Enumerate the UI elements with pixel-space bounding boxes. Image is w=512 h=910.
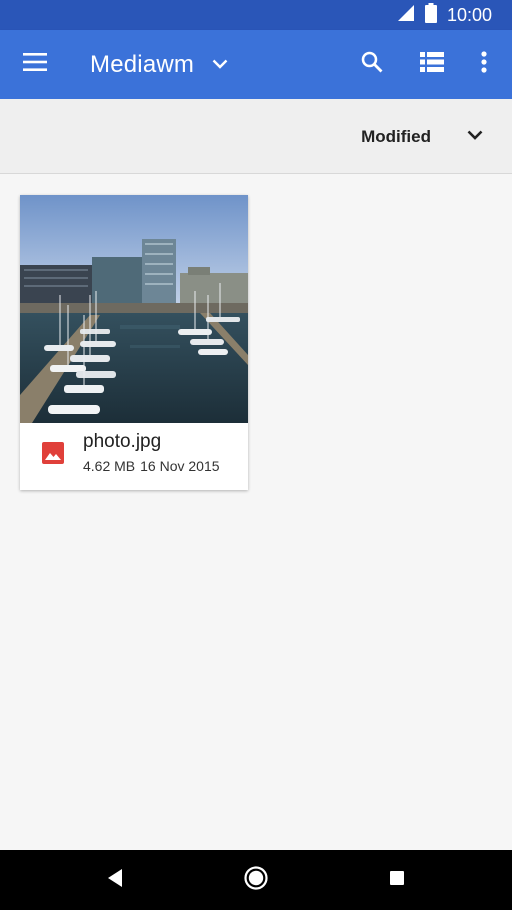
app-bar: Mediawm (0, 30, 512, 99)
back-button[interactable] (100, 865, 130, 895)
sort-bar: Modified (0, 99, 512, 174)
signal-icon (397, 4, 415, 27)
image-icon (41, 441, 65, 465)
list-view-button[interactable] (411, 43, 453, 85)
sort-label[interactable]: Modified (361, 99, 431, 174)
file-size: 4.62 MB (83, 458, 136, 474)
file-browser-screen: 10:00 Mediawm Modified photo.jpg 4.62 MB… (0, 0, 512, 910)
menu-icon (23, 52, 47, 76)
recents-icon (388, 869, 406, 892)
navigation-bar (0, 850, 512, 910)
file-name: photo.jpg (83, 431, 162, 452)
file-info: photo.jpg 4.62 MB 16 Nov 2015 (20, 423, 248, 490)
back-icon (106, 868, 124, 893)
status-indicators: 10:00 (397, 0, 492, 30)
chevron-down-icon (212, 56, 228, 74)
page-title: Mediawm (90, 50, 195, 78)
chevron-down-icon (467, 127, 483, 145)
clock: 10:00 (446, 4, 492, 25)
search-button[interactable] (351, 43, 393, 85)
file-card[interactable]: photo.jpg 4.62 MB 16 Nov 2015 (20, 195, 248, 490)
recents-button[interactable] (382, 865, 412, 895)
file-date: 16 Nov 2015 (140, 458, 220, 474)
home-button[interactable] (241, 865, 271, 895)
sort-dropdown-button[interactable] (460, 121, 490, 151)
photo-thumbnail (20, 195, 248, 423)
more-vert-icon (481, 50, 487, 78)
battery-icon (424, 2, 437, 28)
file-meta: 4.62 MB 16 Nov 2015 (83, 458, 220, 474)
status-bar: 10:00 (0, 0, 512, 30)
root-selector[interactable]: Mediawm (90, 30, 228, 99)
home-icon (243, 865, 269, 896)
menu-button[interactable] (14, 43, 56, 85)
list-view-icon (420, 51, 444, 77)
more-options-button[interactable] (463, 43, 505, 85)
search-icon (360, 50, 384, 79)
